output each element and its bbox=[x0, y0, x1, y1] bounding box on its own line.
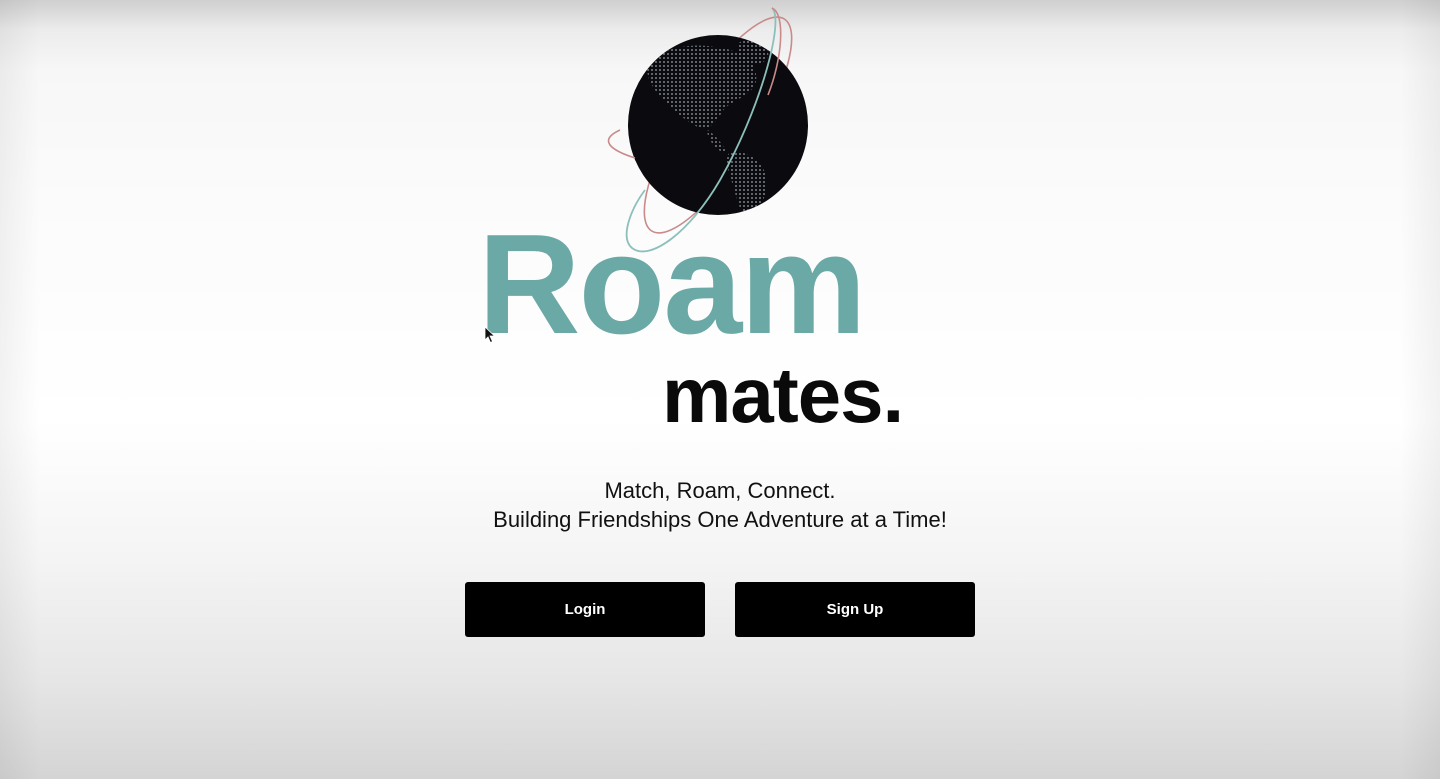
tagline-line-1: Match, Roam, Connect. bbox=[604, 478, 836, 503]
left-edge-shadow bbox=[0, 0, 40, 779]
right-edge-shadow bbox=[1400, 0, 1440, 779]
signup-button[interactable]: Sign Up bbox=[735, 582, 975, 637]
tagline-line-2: Building Friendships One Adventure at a … bbox=[493, 507, 947, 532]
brand-name-secondary: mates. bbox=[662, 351, 904, 439]
login-button[interactable]: Login bbox=[465, 582, 705, 637]
brand-name-primary: Roam bbox=[478, 205, 867, 364]
tagline: Match, Roam, Connect. Building Friendshi… bbox=[0, 476, 1440, 534]
mouse-pointer-icon bbox=[484, 326, 496, 344]
